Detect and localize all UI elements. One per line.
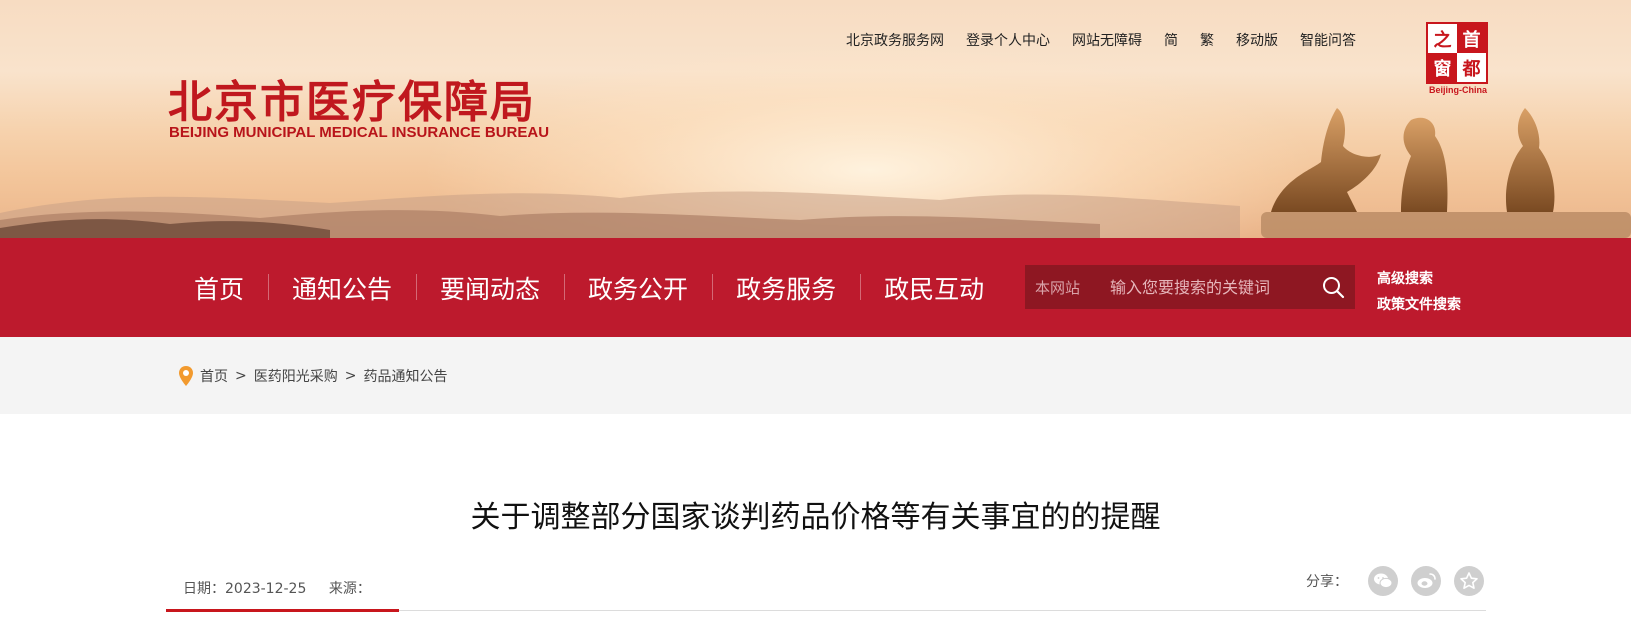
- advanced-search-link[interactable]: 高级搜索: [1377, 268, 1461, 288]
- search-button[interactable]: [1311, 265, 1355, 309]
- top-link-mobile[interactable]: 移动版: [1236, 30, 1278, 50]
- article-date: 日期：2023-12-25: [183, 581, 307, 597]
- nav-item-gov-open[interactable]: 政务公开: [564, 270, 712, 306]
- meta-divider-accent: [166, 609, 399, 612]
- nav-item-home[interactable]: 首页: [170, 270, 268, 306]
- top-link-simplified[interactable]: 简: [1164, 30, 1178, 50]
- capital-window-mark: 之 首 窗 都: [1426, 22, 1488, 84]
- article-meta: 日期：2023-12-25 来源：: [183, 578, 389, 598]
- top-links: 北京政务服务网 登录个人中心 网站无障碍 简 繁 移动版 智能问答: [846, 30, 1378, 50]
- location-pin-icon: [179, 366, 193, 386]
- breadcrumb-drug-notices[interactable]: 药品通知公告: [363, 366, 447, 386]
- share-wechat-button[interactable]: [1368, 566, 1398, 596]
- search-box: 本网站: [1025, 265, 1355, 309]
- share-weibo-button[interactable]: [1411, 566, 1441, 596]
- breadcrumb-separator: >: [235, 368, 247, 384]
- article-source: 来源：: [328, 581, 371, 597]
- advanced-search-links: 高级搜索 政策文件搜索: [1377, 268, 1461, 314]
- breadcrumb-bar: 首页 > 医药阳光采购 > 药品通知公告: [0, 337, 1631, 414]
- top-link-traditional[interactable]: 繁: [1200, 30, 1214, 50]
- top-link-accessibility[interactable]: 网站无障碍: [1072, 30, 1142, 50]
- article-title: 关于调整部分国家谈判药品价格等有关事宜的的提醒: [470, 500, 1161, 535]
- share-favorite-button[interactable]: [1454, 566, 1484, 596]
- breadcrumb-procurement[interactable]: 医药阳光采购: [254, 366, 338, 386]
- search-icon: [1323, 277, 1345, 299]
- capital-char: 首: [1462, 29, 1481, 51]
- top-link-login[interactable]: 登录个人中心: [966, 30, 1050, 50]
- breadcrumb-home[interactable]: 首页: [200, 366, 228, 386]
- top-link-smart-qa[interactable]: 智能问答: [1300, 30, 1356, 50]
- capital-char: 之: [1428, 24, 1457, 53]
- share-label: 分享：: [1306, 574, 1348, 590]
- nav-item-gov-service[interactable]: 政务服务: [712, 270, 860, 306]
- weibo-icon: [1417, 573, 1436, 588]
- search-scope[interactable]: 本网站: [1025, 277, 1110, 298]
- breadcrumb: 首页 > 医药阳光采购 > 药品通知公告: [178, 365, 447, 387]
- search-input[interactable]: [1110, 277, 1311, 297]
- nav-item-news[interactable]: 要闻动态: [416, 270, 564, 306]
- bronze-statues-image: [1261, 108, 1631, 238]
- share-bar: 分享：: [1306, 566, 1497, 596]
- nav-item-interaction[interactable]: 政民互动: [860, 270, 1029, 306]
- capital-char: 窗: [1433, 58, 1452, 80]
- header-banner: 北京市医疗保障局 BEIJING MUNICIPAL MEDICAL INSUR…: [0, 0, 1631, 238]
- favorite-icon: [1460, 572, 1478, 589]
- site-logo-en: BEIJING MUNICIPAL MEDICAL INSURANCE BURE…: [169, 124, 550, 141]
- policy-search-link[interactable]: 政策文件搜索: [1377, 294, 1461, 314]
- nav-items: 首页 通知公告 要闻动态 政务公开 政务服务 政民互动: [170, 238, 1029, 337]
- nav-item-notices[interactable]: 通知公告: [268, 270, 416, 306]
- capital-window-logo[interactable]: 之 首 窗 都 Beijing-China: [1426, 22, 1490, 96]
- capital-char: 都: [1457, 53, 1486, 82]
- capital-window-caption: Beijing-China: [1429, 85, 1487, 95]
- wechat-icon: [1374, 573, 1393, 589]
- top-link-gov-service[interactable]: 北京政务服务网: [846, 30, 944, 50]
- breadcrumb-separator: >: [344, 368, 357, 384]
- site-logo-cn[interactable]: 北京市医疗保障局: [168, 66, 536, 130]
